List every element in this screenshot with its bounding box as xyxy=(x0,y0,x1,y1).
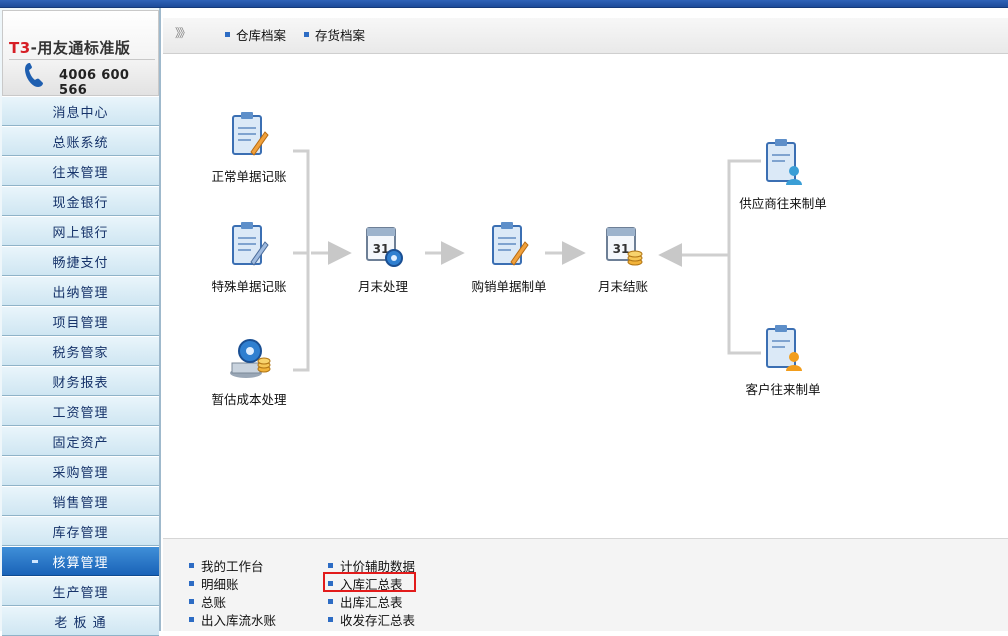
brand-divider xyxy=(9,59,155,60)
highlight-box xyxy=(323,572,416,592)
sidebar-item-payroll[interactable]: 工资管理 xyxy=(2,396,159,426)
bullet-icon xyxy=(225,32,230,37)
quick-links-bar: 》》 仓库档案 存货档案 xyxy=(163,18,1008,54)
sidebar-item-sales[interactable]: 销售管理 xyxy=(2,486,159,516)
sidebar-item-general-ledger[interactable]: 总账系统 xyxy=(2,126,159,156)
report-links-panel: 我的工作台 明细账 总账 出入库流水账 计价辅助数据 入库汇总表 出库汇总表 收… xyxy=(163,538,1008,631)
flow-diagram: 正常单据记账 特殊单据记账 暂估成本处理 31 月末处理 购销单据制单 31 月… xyxy=(163,55,1008,538)
node-special-document-posting[interactable]: 特殊单据记账 xyxy=(189,220,309,295)
clipboard-user-icon xyxy=(766,139,802,185)
link-inventory-archive[interactable]: 存货档案 xyxy=(304,25,365,44)
sidebar-item-inventory[interactable]: 库存管理 xyxy=(2,516,159,546)
link-my-workbench[interactable]: 我的工作台 xyxy=(189,556,264,575)
bullet-icon xyxy=(189,617,194,622)
link-outbound-summary[interactable]: 出库汇总表 xyxy=(328,592,403,611)
bullet-icon xyxy=(304,32,309,37)
hotline-number: 4006 600 566 xyxy=(59,68,130,98)
bullet-icon xyxy=(328,563,333,568)
product-title: T3-用友通标准版 xyxy=(9,39,131,57)
module-nav: 消息中心 总账系统 往来管理 现金银行 网上银行 畅捷支付 出纳管理 项目管理 … xyxy=(2,96,159,636)
link-warehouse-archive[interactable]: 仓库档案 xyxy=(225,25,286,44)
bullet-icon xyxy=(189,563,194,568)
node-customer-voucher[interactable]: 客户往来制单 xyxy=(723,323,843,398)
sidebar-item-costing[interactable]: 核算管理 xyxy=(2,546,159,576)
bullet-icon xyxy=(189,581,194,586)
bullet-icon xyxy=(189,599,194,604)
sidebar-item-project[interactable]: 项目管理 xyxy=(2,306,159,336)
svg-text:31: 31 xyxy=(613,242,630,256)
sidebar-item-cashier[interactable]: 出纳管理 xyxy=(2,276,159,306)
clipboard-pen-icon xyxy=(492,222,529,266)
active-bullet-icon xyxy=(32,560,38,563)
top-window-bar xyxy=(0,0,1008,8)
clipboard-pen-icon xyxy=(232,112,269,156)
sidebar-item-boss[interactable]: 老 板 通 xyxy=(2,606,159,636)
node-month-end-processing[interactable]: 31 月末处理 xyxy=(323,220,443,295)
sidebar-item-purchasing[interactable]: 采购管理 xyxy=(2,456,159,486)
sidebar-item-fixed-assets[interactable]: 固定资产 xyxy=(2,426,159,456)
sidebar-item-tax[interactable]: 税务管家 xyxy=(2,336,159,366)
brand-panel: T3-用友通标准版 4006 600 566 xyxy=(2,10,159,98)
link-inout-journal[interactable]: 出入库流水账 xyxy=(189,610,276,629)
sidebar-item-cash-bank[interactable]: 现金银行 xyxy=(2,186,159,216)
clipboard-user-icon xyxy=(766,325,802,371)
bullet-icon xyxy=(328,617,333,622)
bullet-icon xyxy=(328,599,333,604)
expand-chevron-icon[interactable]: 》》 xyxy=(175,24,191,41)
sidebar-item-online-bank[interactable]: 网上银行 xyxy=(2,216,159,246)
link-receive-dispatch-stock-summary[interactable]: 收发存汇总表 xyxy=(328,610,415,629)
sidebar-item-quick-pay[interactable]: 畅捷支付 xyxy=(2,246,159,276)
sidebar-item-production[interactable]: 生产管理 xyxy=(2,576,159,606)
sidebar-item-ar-ap[interactable]: 往来管理 xyxy=(2,156,159,186)
node-normal-document-posting[interactable]: 正常单据记账 xyxy=(189,110,309,185)
node-month-end-closing[interactable]: 31 月末结账 xyxy=(563,220,683,295)
clipboard-pen-icon xyxy=(232,222,269,266)
phone-icon xyxy=(25,63,43,87)
node-supplier-voucher[interactable]: 供应商往来制单 xyxy=(723,137,843,212)
calendar-gear-icon: 31 xyxy=(366,227,403,267)
link-detail-ledger[interactable]: 明细账 xyxy=(189,574,239,593)
sidebar-item-financial-reports[interactable]: 财务报表 xyxy=(2,366,159,396)
sidebar-item-message-center[interactable]: 消息中心 xyxy=(2,96,159,126)
sidebar: T3-用友通标准版 4006 600 566 消息中心 总账系统 往来管理 现金… xyxy=(0,8,161,636)
node-purchase-sales-voucher[interactable]: 购销单据制单 xyxy=(449,220,569,295)
link-general-ledger[interactable]: 总账 xyxy=(189,592,226,611)
calendar-coins-icon: 31 xyxy=(606,227,643,266)
gear-coins-icon xyxy=(230,339,271,378)
node-estimated-cost-processing[interactable]: 暂估成本处理 xyxy=(189,333,309,408)
